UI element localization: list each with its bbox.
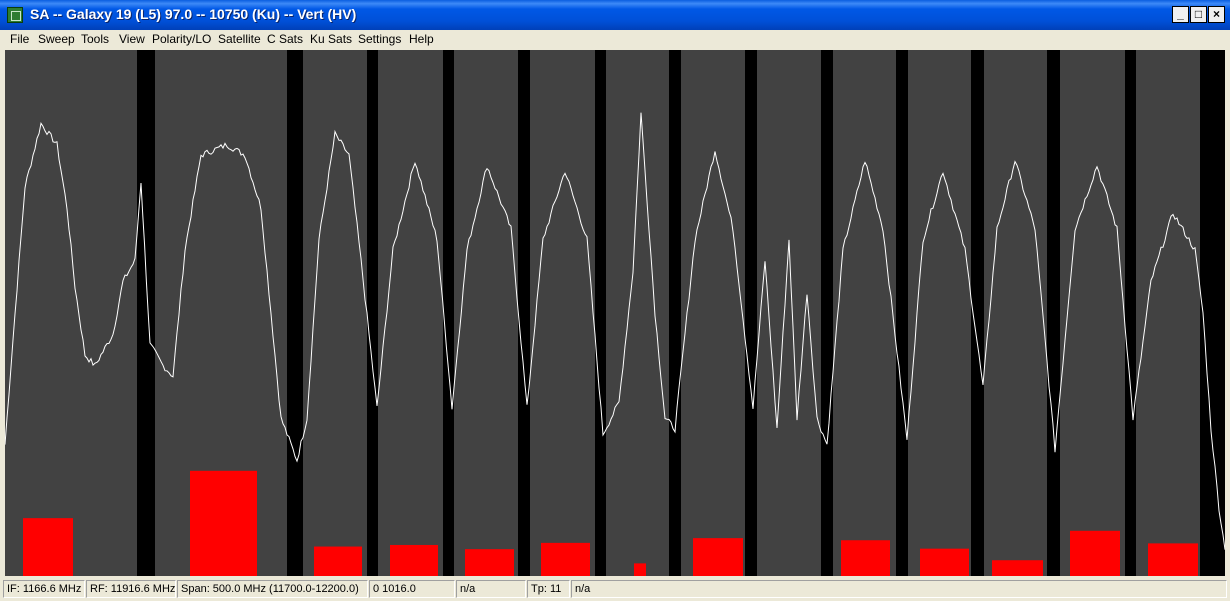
menu-sweep[interactable]: Sweep: [38, 32, 75, 46]
signal-quality-bar: [693, 538, 743, 576]
menu-bar: File Sweep Tools View Polarity/LO Satell…: [0, 30, 1230, 49]
status-bar: IF: 1166.6 MHz RF: 11916.6 MHz Span: 500…: [0, 578, 1230, 601]
close-button[interactable]: ×: [1208, 6, 1225, 23]
spectrum-chart: [5, 50, 1225, 576]
signal-quality-bar: [1148, 543, 1198, 576]
window-title: SA -- Galaxy 19 (L5) 97.0 -- 10750 (Ku) …: [30, 6, 357, 22]
signal-quality-bar: [920, 548, 969, 576]
status-na-1: n/a: [456, 580, 526, 598]
status-if: IF: 1166.6 MHz: [3, 580, 85, 598]
app-icon: [7, 7, 23, 23]
status-value: 0 1016.0: [369, 580, 455, 598]
transponder-band: [1136, 50, 1200, 576]
signal-quality-bar: [841, 540, 890, 576]
spectrum-plot[interactable]: [5, 50, 1225, 576]
transponder-band: [454, 50, 518, 576]
menu-settings[interactable]: Settings: [358, 32, 401, 46]
signal-quality-bar: [1070, 530, 1120, 576]
minimize-button[interactable]: _: [1172, 6, 1189, 23]
menu-file[interactable]: File: [10, 32, 29, 46]
menu-c-sats[interactable]: C Sats: [267, 32, 303, 46]
signal-quality-bar: [541, 542, 590, 576]
transponder-band: [606, 50, 669, 576]
signal-quality-bar: [190, 470, 257, 576]
signal-quality-bar: [390, 544, 438, 576]
maximize-button[interactable]: □: [1190, 6, 1207, 23]
signal-quality-bar: [314, 546, 362, 576]
signal-quality-bar: [465, 549, 514, 576]
signal-quality-bar: [23, 518, 73, 576]
title-bar: SA -- Galaxy 19 (L5) 97.0 -- 10750 (Ku) …: [0, 0, 1230, 31]
menu-tools[interactable]: Tools: [81, 32, 109, 46]
status-span: Span: 500.0 MHz (11700.0-12200.0): [177, 580, 368, 598]
menu-polarity-lo[interactable]: Polarity/LO: [152, 32, 211, 46]
status-rf: RF: 11916.6 MHz: [86, 580, 176, 598]
menu-satellite[interactable]: Satellite: [218, 32, 261, 46]
status-na-2: n/a: [571, 580, 1227, 598]
transponder-band: [757, 50, 821, 576]
transponder-band: [303, 50, 367, 576]
transponder-band: [681, 50, 745, 576]
transponder-band: [833, 50, 896, 576]
menu-view[interactable]: View: [119, 32, 145, 46]
signal-quality-bar: [992, 560, 1043, 576]
transponder-band: [378, 50, 443, 576]
transponder-band: [984, 50, 1047, 576]
status-tp: Tp: 11: [527, 580, 570, 598]
transponder-band: [530, 50, 595, 576]
signal-quality-bar: [634, 563, 646, 576]
transponder-band: [1060, 50, 1125, 576]
menu-ku-sats[interactable]: Ku Sats: [310, 32, 352, 46]
menu-help[interactable]: Help: [409, 32, 434, 46]
